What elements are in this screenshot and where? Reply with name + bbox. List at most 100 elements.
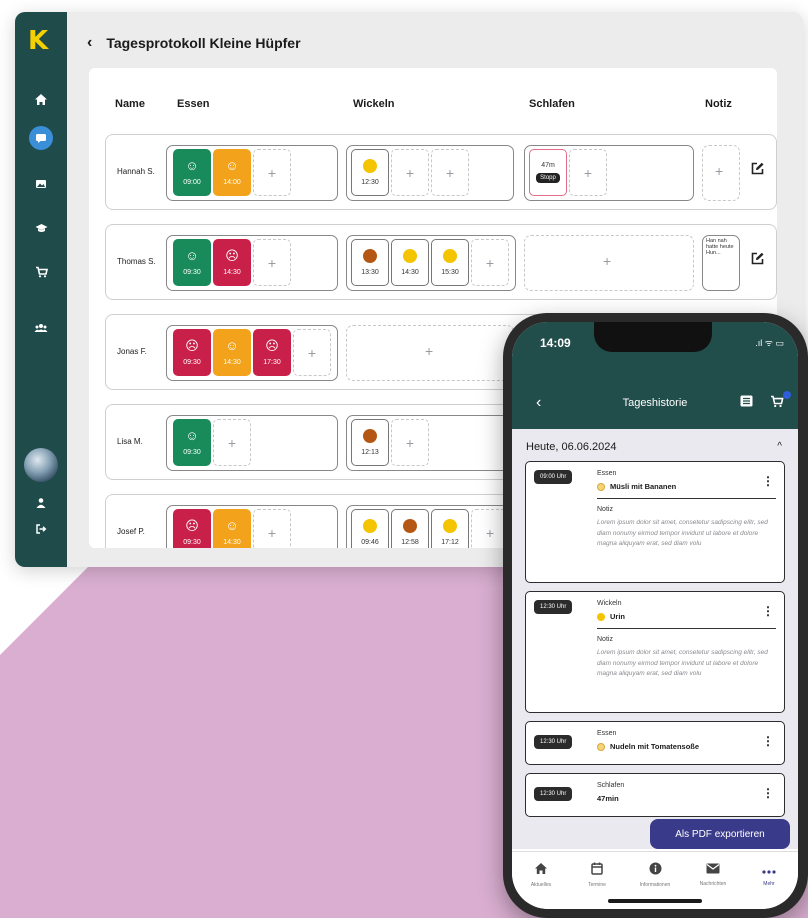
add-diaper-button[interactable]: + (431, 149, 469, 196)
user-icon[interactable] (29, 491, 53, 515)
list-icon[interactable] (740, 395, 753, 410)
tab-nachrichten[interactable]: Nachrichten (688, 862, 738, 887)
meal-time: 09:30 (183, 359, 201, 366)
time-badge: 09:00 Uhr (534, 470, 573, 484)
back-icon[interactable]: ‹ (87, 34, 92, 52)
chat-icon[interactable] (29, 126, 53, 150)
more-vert-icon[interactable]: ⋮ (762, 786, 774, 800)
sad-face-icon: ☹ (185, 518, 199, 533)
tab-label: Nachrichten (699, 881, 727, 887)
entry-item: Urin (597, 612, 625, 621)
history-entry[interactable]: 12:30 Uhr Essen Nudeln mit Tomatensoße ⋮ (525, 721, 785, 765)
meal-dot-icon (597, 742, 605, 751)
add-diaper-button[interactable]: + (391, 419, 429, 466)
child-name: Thomas S. (117, 257, 156, 266)
logout-icon[interactable] (29, 517, 53, 541)
add-meal-button[interactable]: + (253, 509, 291, 548)
add-meal-button[interactable]: + (293, 329, 331, 376)
meal-entry[interactable]: ☺ 09:00 (173, 149, 211, 196)
app-logo: K (28, 26, 49, 56)
add-sleep-button[interactable]: + (569, 149, 607, 196)
meal-entry[interactable]: ☹ 09:30 (173, 329, 211, 376)
education-icon[interactable] (29, 216, 53, 240)
diaper-entry[interactable]: 12:30 (351, 149, 389, 196)
tab-label: Aktuelles (530, 882, 552, 888)
more-icon (744, 862, 794, 877)
column-header-notiz: Notiz (705, 98, 732, 110)
note-text: Lorem ipsum dolor sit amet, consetetur s… (597, 519, 768, 547)
cart-icon[interactable] (29, 260, 53, 284)
note-text: Lorem ipsum dolor sit amet, consetetur s… (597, 649, 768, 677)
schlafen-group: + (524, 235, 694, 291)
sad-face-icon: ☹ (225, 248, 239, 263)
essen-group: ☹ 09:30 ☺ 14:30 + (166, 505, 338, 548)
tab-mehr[interactable]: Mehr (744, 862, 794, 887)
add-diaper-button[interactable]: + (471, 239, 509, 286)
add-note-button[interactable]: + (715, 163, 723, 179)
diaper-entry[interactable]: 15:30 (431, 239, 469, 286)
image-icon[interactable] (29, 172, 53, 196)
export-pdf-button[interactable]: Als PDF exportieren (650, 819, 790, 849)
meal-time: 14:30 (223, 359, 241, 366)
diaper-entry[interactable]: 14:30 (391, 239, 429, 286)
tab-label: Informationen (639, 882, 671, 888)
add-diaper-button[interactable]: + (425, 343, 433, 359)
diaper-time: 12:13 (361, 449, 379, 456)
diaper-entry[interactable]: 12:13 (351, 419, 389, 466)
cart-badge (783, 391, 791, 399)
edit-icon[interactable] (751, 252, 764, 268)
diaper-entry[interactable]: 12:58 (391, 509, 429, 548)
schlafen-group: 47m Stopp + (524, 145, 694, 201)
diaper-entry[interactable]: 09:46 (351, 509, 389, 548)
child-name: Jonas F. (117, 347, 147, 356)
home-icon[interactable] (29, 88, 53, 112)
note-preview[interactable]: Han nah hatte heute Hun... (703, 236, 739, 258)
history-list: Heute, 06.06.2024 ^ 09:00 Uhr Essen Müsl… (512, 429, 798, 849)
wickeln-group: 12:13 + (346, 415, 514, 471)
meal-entry[interactable]: ☹ 14:30 (213, 239, 251, 286)
meal-entry[interactable]: ☺ 09:30 (173, 239, 211, 286)
meal-time: 09:30 (183, 449, 201, 456)
stop-button[interactable]: Stopp (536, 173, 560, 183)
meal-entry[interactable]: ☺ 09:30 (173, 419, 211, 466)
edit-icon[interactable] (751, 162, 764, 178)
add-sleep-button[interactable]: + (603, 253, 611, 269)
group-icon[interactable] (29, 316, 53, 340)
more-vert-icon[interactable]: ⋮ (762, 474, 774, 488)
screen-title: Tageshistorie (622, 397, 688, 409)
diaper-time: 17:12 (441, 539, 459, 546)
diaper-dot-icon (597, 612, 605, 621)
cart-icon[interactable] (770, 395, 784, 411)
essen-group: ☺ 09:30 + (166, 415, 338, 471)
add-meal-button[interactable]: + (253, 149, 291, 196)
history-entry[interactable]: 12:30 Uhr Wickeln Urin ⋮ Notiz Lorem ips… (525, 591, 785, 713)
child-name: Lisa M. (117, 437, 143, 446)
meal-entry[interactable]: ☺ 14:30 (213, 509, 251, 548)
sleep-timer[interactable]: 47m Stopp (529, 149, 567, 196)
sleep-duration: 47m (541, 162, 555, 169)
add-diaper-button[interactable]: + (391, 149, 429, 196)
diaper-entry[interactable]: 17:12 (431, 509, 469, 548)
user-avatar[interactable] (24, 448, 58, 482)
chevron-up-icon[interactable]: ^ (777, 441, 782, 452)
more-vert-icon[interactable]: ⋮ (762, 734, 774, 748)
calendar-icon (572, 862, 622, 878)
note-group: + (702, 145, 740, 201)
diaper-entry[interactable]: 13:30 (351, 239, 389, 286)
meal-entry[interactable]: ☹ 17:30 (253, 329, 291, 376)
meal-entry[interactable]: ☹ 09:30 (173, 509, 211, 548)
entry-item-label: Urin (610, 612, 625, 621)
info-icon (630, 862, 680, 878)
tab-aktuelles[interactable]: Aktuelles (516, 862, 566, 888)
divider (597, 628, 776, 629)
more-vert-icon[interactable]: ⋮ (762, 604, 774, 618)
history-entry[interactable]: 12:30 Uhr Schlafen 47min ⋮ (525, 773, 785, 817)
meal-entry[interactable]: ☺ 14:00 (213, 149, 251, 196)
sidebar: K (15, 12, 67, 567)
history-entry[interactable]: 09:00 Uhr Essen Müsli mit Bananen ⋮ Noti… (525, 461, 785, 583)
tab-termine[interactable]: Termine (572, 862, 622, 888)
tab-informationen[interactable]: Informationen (630, 862, 680, 888)
meal-entry[interactable]: ☺ 14:30 (213, 329, 251, 376)
add-meal-button[interactable]: + (213, 419, 251, 466)
add-meal-button[interactable]: + (253, 239, 291, 286)
